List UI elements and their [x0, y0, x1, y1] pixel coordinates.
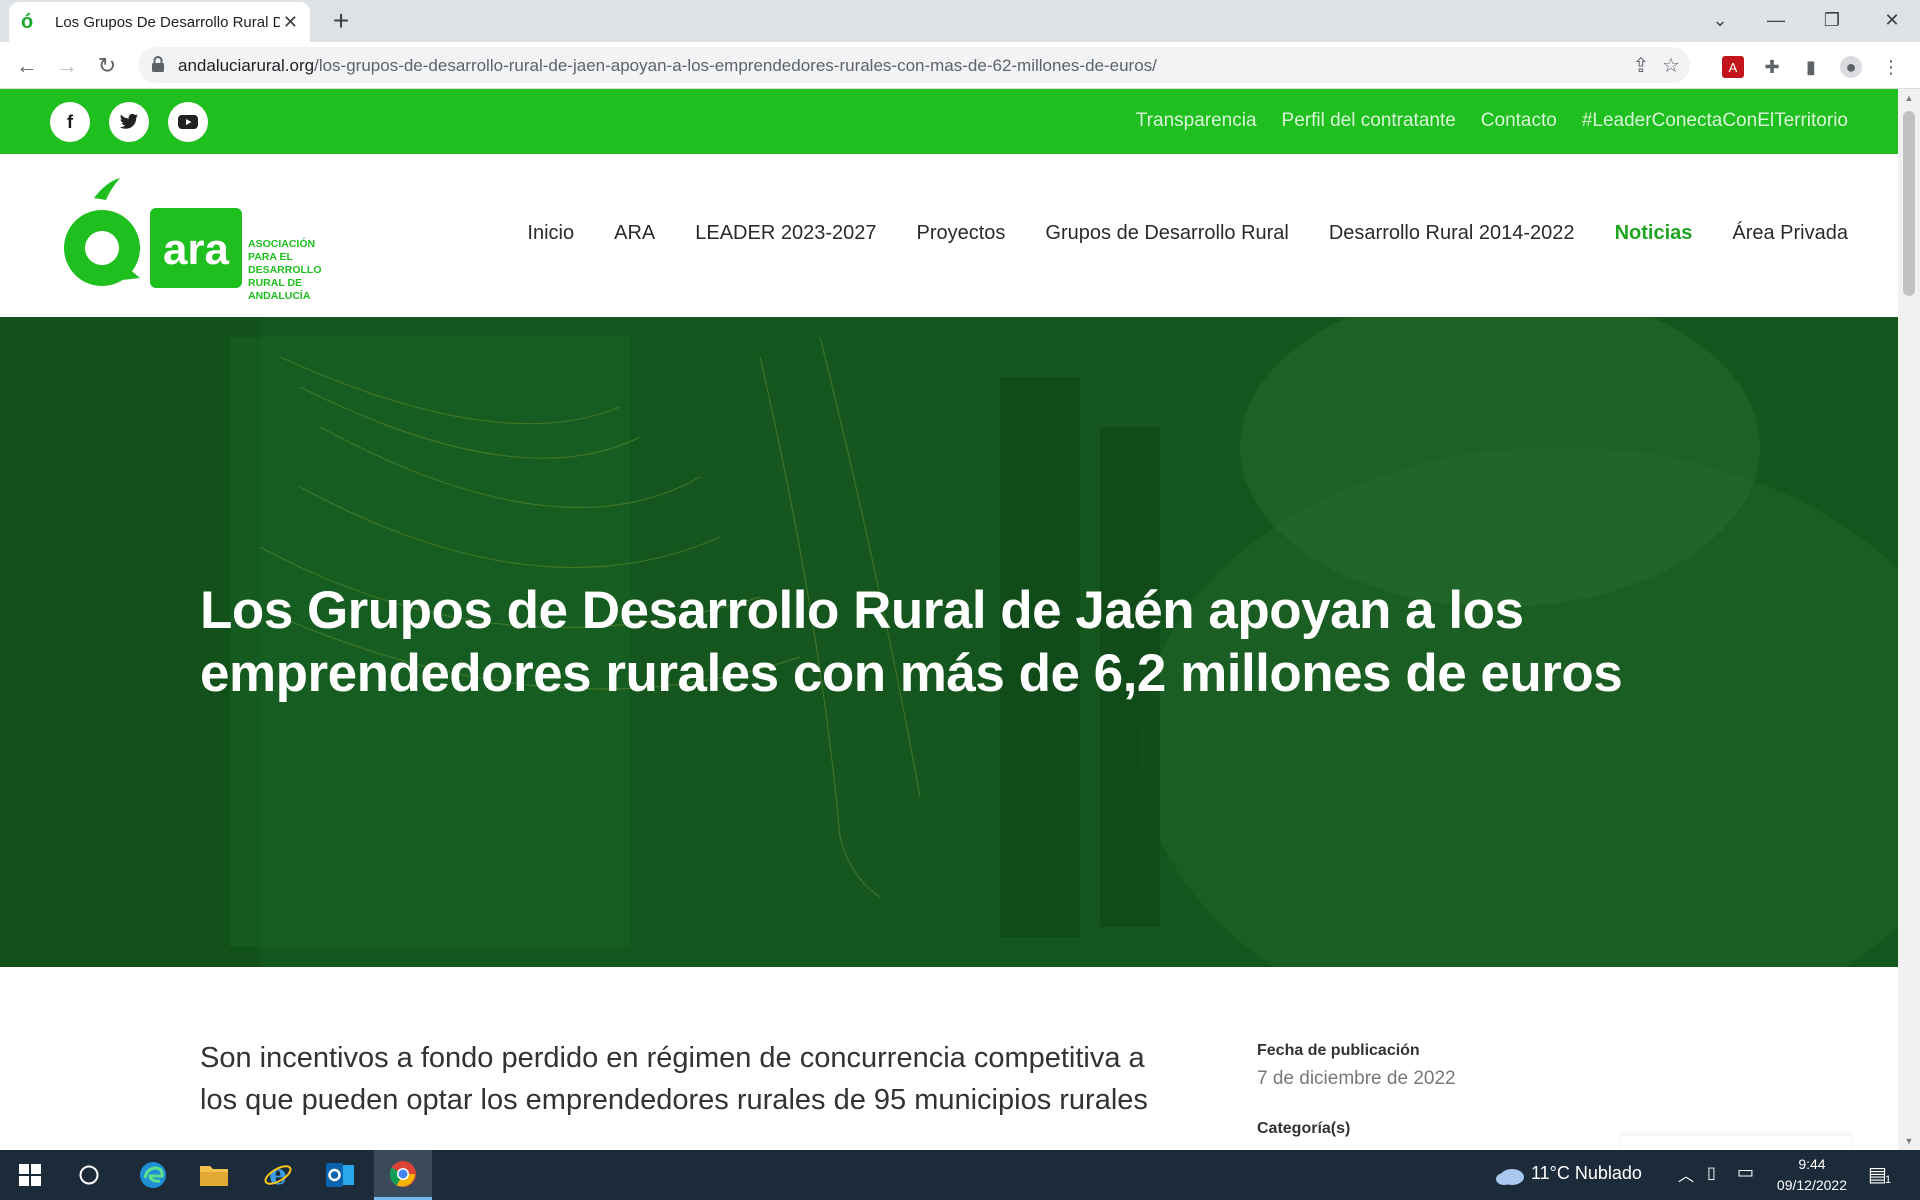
svg-text:ara: ara: [163, 225, 230, 274]
outlook-icon[interactable]: [316, 1150, 364, 1200]
top-green-bar: f Transparencia Perfil del contratante C…: [0, 89, 1898, 154]
floating-widget[interactable]: [1622, 1136, 1850, 1150]
site-header: ara ASOCIACIÓN PARA EL DESARROLLO RURAL …: [0, 154, 1898, 317]
categories-label: Categoría(s): [1257, 1120, 1351, 1137]
main-navigation: Inicio ARA LEADER 2023-2027 Proyectos Gr…: [527, 222, 1848, 245]
scroll-up-arrow-icon[interactable]: ▲: [1904, 93, 1914, 103]
menu-kebab-icon[interactable]: ⋮: [1880, 56, 1902, 78]
device-icon[interactable]: ▯: [1707, 1163, 1716, 1183]
article-title: Los Grupos de Desarrollo Rural de Jaén a…: [200, 581, 1623, 703]
side-panel-icon[interactable]: ▮: [1800, 56, 1822, 78]
new-tab-button[interactable]: +: [326, 6, 356, 36]
taskbar-clock[interactable]: 9:44 09/12/2022: [1777, 1154, 1847, 1196]
browser-toolbar: ← → ↻ andaluciarural.org/los-grupos-de-d…: [0, 42, 1920, 89]
windows-start-icon[interactable]: [6, 1150, 54, 1200]
notification-count: 1: [1885, 1174, 1892, 1186]
close-window-button[interactable]: ✕: [1864, 0, 1920, 40]
extensions-puzzle-icon[interactable]: ✚: [1761, 56, 1783, 78]
browser-tab[interactable]: ó Los Grupos De Desarrollo Rural D ✕: [9, 2, 310, 42]
link-contacto[interactable]: Contacto: [1481, 110, 1557, 132]
file-explorer-icon[interactable]: [190, 1150, 238, 1200]
lock-icon[interactable]: [151, 55, 165, 73]
svg-text:e: e: [269, 1160, 287, 1190]
facebook-icon[interactable]: f: [50, 102, 90, 142]
nav-leader-2023-2027[interactable]: LEADER 2023-2027: [695, 222, 876, 245]
weather-text[interactable]: 11°C Nublado: [1531, 1163, 1642, 1184]
windows-taskbar: e 11°C Nublado ︿ ▯ ▭ 9:44 09/12/2022 ▤ 1: [0, 1150, 1920, 1200]
link-perfil-contratante[interactable]: Perfil del contratante: [1282, 110, 1456, 132]
network-icon[interactable]: ▭: [1737, 1162, 1754, 1183]
publication-date: 7 de diciembre de 2022: [1257, 1068, 1456, 1089]
minimize-button[interactable]: —: [1748, 0, 1804, 40]
logo-tagline: ASOCIACIÓN PARA EL DESARROLLO RURAL DE A…: [248, 238, 322, 302]
weather-cloud-icon[interactable]: [1486, 1150, 1534, 1200]
ara-logo[interactable]: ara ASOCIACIÓN PARA EL DESARROLLO RURAL …: [62, 178, 322, 302]
tab-title: Los Grupos De Desarrollo Rural D: [55, 13, 280, 31]
publication-date-label: Fecha de publicación: [1257, 1042, 1420, 1059]
link-transparencia[interactable]: Transparencia: [1136, 110, 1257, 132]
edge-browser-icon[interactable]: [129, 1150, 177, 1200]
nav-inicio[interactable]: Inicio: [527, 222, 574, 245]
nav-desarrollo-rural-2014-2022[interactable]: Desarrollo Rural 2014-2022: [1329, 222, 1575, 245]
reload-button[interactable]: ↻: [92, 51, 122, 81]
profile-avatar-icon[interactable]: ●: [1840, 56, 1862, 78]
utility-links: Transparencia Perfil del contratante Con…: [1136, 110, 1848, 132]
hero-banner: Los Grupos de Desarrollo Rural de Jaén a…: [0, 317, 1898, 967]
nav-noticias[interactable]: Noticias: [1615, 222, 1693, 245]
nav-grupos-desarrollo-rural[interactable]: Grupos de Desarrollo Rural: [1045, 222, 1288, 245]
chrome-taskbar-icon[interactable]: [374, 1150, 432, 1200]
twitter-icon[interactable]: [109, 102, 149, 142]
youtube-icon[interactable]: [168, 102, 208, 142]
back-button[interactable]: ←: [12, 51, 42, 81]
show-hidden-icons-icon[interactable]: ︿: [1678, 1162, 1694, 1186]
nav-area-privada[interactable]: Área Privada: [1732, 222, 1848, 245]
article-lead: Son incentivos a fondo perdido en régime…: [200, 1042, 1148, 1116]
page-viewport: f Transparencia Perfil del contratante C…: [0, 89, 1898, 1150]
forward-button[interactable]: →: [52, 51, 82, 81]
pdf-extension-icon[interactable]: A: [1722, 56, 1744, 78]
page-scrollbar[interactable]: ▲ ▼: [1898, 89, 1920, 1150]
internet-explorer-icon[interactable]: e: [254, 1150, 302, 1200]
site-favicon-icon: ó: [21, 11, 34, 33]
link-leader-hashtag[interactable]: #LeaderConectaConElTerritorio: [1582, 110, 1848, 132]
browser-tab-strip: ó Los Grupos De Desarrollo Rural D ✕ + ⌄…: [0, 0, 1920, 42]
scrollbar-thumb[interactable]: [1903, 111, 1915, 296]
url-text[interactable]: andaluciarural.org/los-grupos-de-desarro…: [178, 56, 1157, 76]
address-bar[interactable]: andaluciarural.org/los-grupos-de-desarro…: [138, 47, 1690, 83]
share-icon[interactable]: ⇪: [1630, 54, 1652, 77]
scroll-down-arrow-icon[interactable]: ▼: [1904, 1136, 1914, 1146]
nav-ara[interactable]: ARA: [614, 222, 655, 245]
nav-proyectos[interactable]: Proyectos: [916, 222, 1005, 245]
bookmark-star-icon[interactable]: ☆: [1660, 54, 1682, 77]
search-cortana-icon[interactable]: [65, 1150, 113, 1200]
close-tab-icon[interactable]: ✕: [283, 12, 298, 33]
tab-search-icon[interactable]: ⌄: [1692, 0, 1748, 40]
restore-button[interactable]: ❐: [1804, 0, 1860, 40]
